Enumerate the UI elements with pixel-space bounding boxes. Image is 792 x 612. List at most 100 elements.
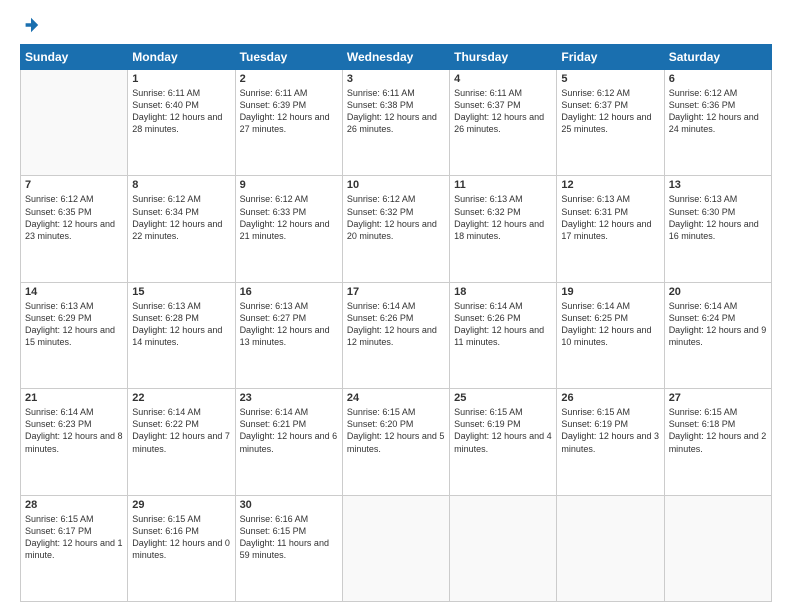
- calendar-cell: 17Sunrise: 6:14 AM Sunset: 6:26 PM Dayli…: [342, 282, 449, 388]
- calendar-cell: 2 Sunrise: 6:11 AM Sunset: 6:39 PM Daylig…: [235, 70, 342, 176]
- calendar-cell: 5 Sunrise: 6:12 AM Sunset: 6:37 PM Daylig…: [557, 70, 664, 176]
- day-info: Sunrise: 6:13 AM Sunset: 6:28 PM Dayligh…: [132, 300, 230, 349]
- day-number: 16: [240, 286, 338, 298]
- day-number: 28: [25, 499, 123, 511]
- day-info: Sunrise: 6:13 AM Sunset: 6:29 PM Dayligh…: [25, 300, 123, 349]
- logo: [20, 16, 40, 34]
- day-number: 20: [669, 286, 767, 298]
- calendar-header-row: SundayMondayTuesdayWednesdayThursdayFrid…: [21, 45, 772, 70]
- day-info: Sunrise: 6:13 AM Sunset: 6:27 PM Dayligh…: [240, 300, 338, 349]
- day-info: Sunrise: 6:13 AM Sunset: 6:30 PM Dayligh…: [669, 193, 767, 242]
- calendar-cell: 22Sunrise: 6:14 AM Sunset: 6:22 PM Dayli…: [128, 389, 235, 495]
- calendar-cell: 14 Sunrise: 6:13 AM Sunset: 6:29 PM Dayli…: [21, 282, 128, 388]
- calendar-cell: 11 Sunrise: 6:13 AM Sunset: 6:32 PM Dayli…: [450, 176, 557, 282]
- calendar-header-thursday: Thursday: [450, 45, 557, 70]
- day-info: Sunrise: 6:12 AM Sunset: 6:32 PM Dayligh…: [347, 193, 445, 242]
- day-number: 4: [454, 73, 552, 85]
- calendar-cell: [664, 495, 771, 601]
- day-number: 12: [561, 179, 659, 191]
- day-number: 15: [132, 286, 230, 298]
- day-number: 23: [240, 392, 338, 404]
- day-info: Sunrise: 6:11 AM Sunset: 6:40 PM Dayligh…: [132, 87, 230, 136]
- calendar-week-2: 14 Sunrise: 6:13 AM Sunset: 6:29 PM Dayli…: [21, 282, 772, 388]
- day-number: 13: [669, 179, 767, 191]
- calendar-cell: 27 Sunrise: 6:15 AM Sunset: 6:18 PM Dayli…: [664, 389, 771, 495]
- calendar-week-0: 1 Sunrise: 6:11 AM Sunset: 6:40 PM Daylig…: [21, 70, 772, 176]
- day-number: 10: [347, 179, 445, 191]
- calendar-cell: 13 Sunrise: 6:13 AM Sunset: 6:30 PM Dayli…: [664, 176, 771, 282]
- day-info: Sunrise: 6:14 AM Sunset: 6:21 PM Dayligh…: [240, 406, 338, 455]
- day-number: 24: [347, 392, 445, 404]
- calendar-cell: 26 Sunrise: 6:15 AM Sunset: 6:19 PM Dayli…: [557, 389, 664, 495]
- calendar-cell: [21, 70, 128, 176]
- day-info: Sunrise: 6:15 AM Sunset: 6:17 PM Dayligh…: [25, 513, 123, 562]
- calendar-cell: 23 Sunrise: 6:14 AM Sunset: 6:21 PM Dayli…: [235, 389, 342, 495]
- calendar-cell: 18 Sunrise: 6:14 AM Sunset: 6:26 PM Dayli…: [450, 282, 557, 388]
- calendar-cell: 19 Sunrise: 6:14 AM Sunset: 6:25 PM Dayli…: [557, 282, 664, 388]
- calendar-week-1: 7 Sunrise: 6:12 AM Sunset: 6:35 PM Daylig…: [21, 176, 772, 282]
- day-info: Sunrise: 6:12 AM Sunset: 6:33 PM Dayligh…: [240, 193, 338, 242]
- calendar-cell: 28 Sunrise: 6:15 AM Sunset: 6:17 PM Dayli…: [21, 495, 128, 601]
- day-number: 19: [561, 286, 659, 298]
- day-number: 2: [240, 73, 338, 85]
- day-number: 5: [561, 73, 659, 85]
- calendar-cell: 3Sunrise: 6:11 AM Sunset: 6:38 PM Daylig…: [342, 70, 449, 176]
- logo-icon: [22, 16, 40, 34]
- day-number: 3: [347, 73, 445, 85]
- calendar-header-monday: Monday: [128, 45, 235, 70]
- calendar-week-4: 28 Sunrise: 6:15 AM Sunset: 6:17 PM Dayli…: [21, 495, 772, 601]
- calendar-header-saturday: Saturday: [664, 45, 771, 70]
- day-info: Sunrise: 6:12 AM Sunset: 6:35 PM Dayligh…: [25, 193, 123, 242]
- day-number: 21: [25, 392, 123, 404]
- day-info: Sunrise: 6:12 AM Sunset: 6:34 PM Dayligh…: [132, 193, 230, 242]
- day-info: Sunrise: 6:14 AM Sunset: 6:26 PM Dayligh…: [454, 300, 552, 349]
- calendar-cell: 7 Sunrise: 6:12 AM Sunset: 6:35 PM Daylig…: [21, 176, 128, 282]
- day-info: Sunrise: 6:12 AM Sunset: 6:37 PM Dayligh…: [561, 87, 659, 136]
- day-info: Sunrise: 6:15 AM Sunset: 6:20 PM Dayligh…: [347, 406, 445, 455]
- header: [20, 16, 772, 34]
- day-number: 7: [25, 179, 123, 191]
- day-info: Sunrise: 6:16 AM Sunset: 6:15 PM Dayligh…: [240, 513, 338, 562]
- day-info: Sunrise: 6:15 AM Sunset: 6:18 PM Dayligh…: [669, 406, 767, 455]
- calendar-cell: 30Sunrise: 6:16 AM Sunset: 6:15 PM Dayli…: [235, 495, 342, 601]
- day-info: Sunrise: 6:15 AM Sunset: 6:16 PM Dayligh…: [132, 513, 230, 562]
- calendar-header-tuesday: Tuesday: [235, 45, 342, 70]
- day-info: Sunrise: 6:11 AM Sunset: 6:39 PM Dayligh…: [240, 87, 338, 136]
- calendar: SundayMondayTuesdayWednesdayThursdayFrid…: [20, 44, 772, 602]
- day-info: Sunrise: 6:15 AM Sunset: 6:19 PM Dayligh…: [454, 406, 552, 455]
- calendar-cell: [342, 495, 449, 601]
- day-number: 29: [132, 499, 230, 511]
- calendar-header-friday: Friday: [557, 45, 664, 70]
- day-info: Sunrise: 6:11 AM Sunset: 6:37 PM Dayligh…: [454, 87, 552, 136]
- day-number: 26: [561, 392, 659, 404]
- day-number: 11: [454, 179, 552, 191]
- day-number: 9: [240, 179, 338, 191]
- day-number: 25: [454, 392, 552, 404]
- day-number: 22: [132, 392, 230, 404]
- day-info: Sunrise: 6:14 AM Sunset: 6:25 PM Dayligh…: [561, 300, 659, 349]
- calendar-cell: 1 Sunrise: 6:11 AM Sunset: 6:40 PM Daylig…: [128, 70, 235, 176]
- day-info: Sunrise: 6:13 AM Sunset: 6:32 PM Dayligh…: [454, 193, 552, 242]
- day-number: 1: [132, 73, 230, 85]
- calendar-cell: [557, 495, 664, 601]
- calendar-cell: 29 Sunrise: 6:15 AM Sunset: 6:16 PM Dayli…: [128, 495, 235, 601]
- day-number: 8: [132, 179, 230, 191]
- calendar-cell: 10 Sunrise: 6:12 AM Sunset: 6:32 PM Dayli…: [342, 176, 449, 282]
- day-info: Sunrise: 6:14 AM Sunset: 6:26 PM Dayligh…: [347, 300, 445, 349]
- day-info: Sunrise: 6:14 AM Sunset: 6:23 PM Dayligh…: [25, 406, 123, 455]
- calendar-week-3: 21 Sunrise: 6:14 AM Sunset: 6:23 PM Dayli…: [21, 389, 772, 495]
- calendar-cell: 25 Sunrise: 6:15 AM Sunset: 6:19 PM Dayli…: [450, 389, 557, 495]
- day-info: Sunrise: 6:15 AM Sunset: 6:19 PM Dayligh…: [561, 406, 659, 455]
- day-info: Sunrise: 6:12 AM Sunset: 6:36 PM Dayligh…: [669, 87, 767, 136]
- day-info: Sunrise: 6:13 AM Sunset: 6:31 PM Dayligh…: [561, 193, 659, 242]
- day-info: Sunrise: 6:14 AM Sunset: 6:24 PM Dayligh…: [669, 300, 767, 349]
- calendar-cell: 9 Sunrise: 6:12 AM Sunset: 6:33 PM Daylig…: [235, 176, 342, 282]
- calendar-cell: 6 Sunrise: 6:12 AM Sunset: 6:36 PM Daylig…: [664, 70, 771, 176]
- calendar-cell: 24 Sunrise: 6:15 AM Sunset: 6:20 PM Dayli…: [342, 389, 449, 495]
- day-number: 14: [25, 286, 123, 298]
- day-number: 6: [669, 73, 767, 85]
- day-number: 18: [454, 286, 552, 298]
- calendar-cell: 16 Sunrise: 6:13 AM Sunset: 6:27 PM Dayli…: [235, 282, 342, 388]
- calendar-cell: 21 Sunrise: 6:14 AM Sunset: 6:23 PM Dayli…: [21, 389, 128, 495]
- day-number: 27: [669, 392, 767, 404]
